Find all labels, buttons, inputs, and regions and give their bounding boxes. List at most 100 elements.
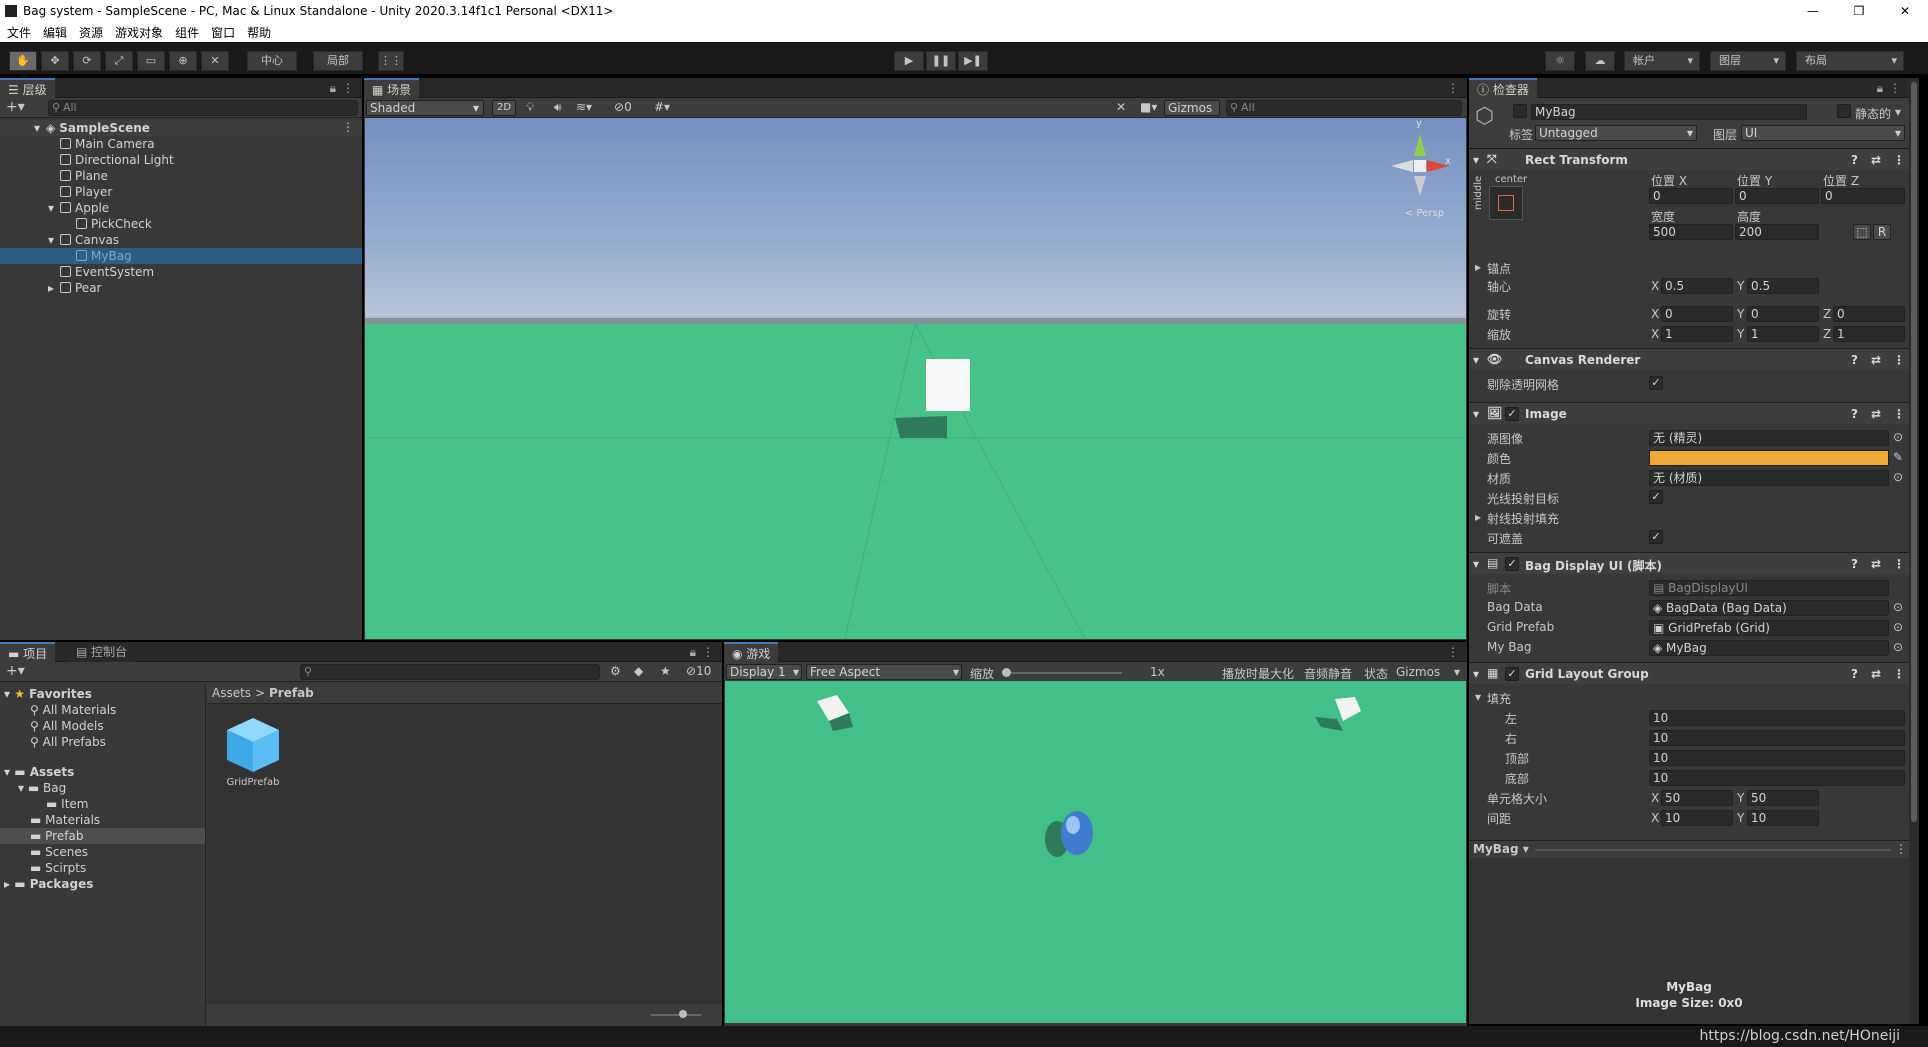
preset-icon[interactable]: ⇄ xyxy=(1871,667,1881,681)
help-icon[interactable]: ? xyxy=(1851,667,1858,681)
object-picker-icon[interactable]: ⊙ xyxy=(1893,430,1903,444)
lock-icon[interactable]: 🔒︎ xyxy=(330,81,336,96)
padding-label[interactable]: 填充 xyxy=(1487,690,1511,707)
preset-icon[interactable]: ⇄ xyxy=(1871,353,1881,367)
hierarchy-item[interactable]: Canvas xyxy=(60,232,119,248)
hierarchy-item[interactable]: EventSystem xyxy=(60,264,154,280)
spacing-y-field[interactable]: 10 xyxy=(1747,810,1819,826)
object-picker-icon[interactable]: ⊙ xyxy=(1893,600,1903,614)
menu-file[interactable]: 文件 xyxy=(7,24,31,41)
color-field[interactable] xyxy=(1649,450,1889,466)
rot-x-field[interactable]: 0 xyxy=(1661,306,1733,322)
expand-arrow-icon[interactable]: ▾ xyxy=(1475,690,1481,704)
mute-audio-button[interactable]: 音频静音 xyxy=(1304,665,1352,682)
pivot-y-field[interactable]: 0.5 xyxy=(1747,278,1819,294)
tag-dropdown[interactable]: Untagged ▾ xyxy=(1535,125,1697,141)
hierarchy-item[interactable]: Main Camera xyxy=(60,136,155,152)
pivot-center-button[interactable]: 中心 xyxy=(247,51,297,71)
canvas-renderer-header[interactable]: ▾ 👁︎ Canvas Renderer ? ⇄ ⋮ xyxy=(1469,348,1909,370)
hierarchy-item[interactable]: Directional Light xyxy=(60,152,174,168)
hierarchy-scene-row[interactable]: ▾ ◈ SampleScene ⋮ xyxy=(0,120,362,136)
rect-transform-header[interactable]: ▾ ⤧ Rect Transform ? ⇄ ⋮ xyxy=(1469,148,1909,170)
scene-viewport[interactable]: y x < Persp xyxy=(365,118,1466,639)
filter-label-icon[interactable]: ◆ xyxy=(634,664,643,678)
chevron-down-icon[interactable]: ▾ xyxy=(1895,105,1901,119)
breadcrumb-assets[interactable]: Assets xyxy=(212,686,251,700)
rect-tool-icon[interactable]: ▭ xyxy=(137,51,165,71)
step-button[interactable]: ▶❚ xyxy=(958,51,988,71)
padding-right-field[interactable]: 10 xyxy=(1649,730,1905,746)
tab-console[interactable]: ▤ 控制台 xyxy=(68,642,136,662)
padding-left-field[interactable]: 10 xyxy=(1649,710,1905,726)
padding-bottom-field[interactable]: 10 xyxy=(1649,770,1905,786)
account-dropdown[interactable]: 帐户 ▾ xyxy=(1624,51,1700,71)
cull-transparent-checkbox[interactable]: ✓ xyxy=(1649,376,1663,390)
display-dropdown[interactable]: Display 1 ▾ xyxy=(726,664,802,680)
more-options-icon[interactable]: ⋮ xyxy=(1447,645,1459,659)
object-picker-icon[interactable]: ⊙ xyxy=(1893,640,1903,654)
static-checkbox[interactable] xyxy=(1837,104,1851,118)
material-field[interactable]: 无 (材质) xyxy=(1649,470,1889,486)
grid-snap-icon[interactable]: ⋮⋮ xyxy=(378,51,404,71)
help-icon[interactable]: ? xyxy=(1851,557,1858,571)
more-options-icon[interactable]: ⋮ xyxy=(702,645,714,659)
source-image-field[interactable]: 无 (精灵) xyxy=(1649,430,1889,446)
more-options-icon[interactable]: ⋮ xyxy=(1447,81,1459,95)
expand-arrow-icon[interactable]: ▸ xyxy=(1475,260,1481,274)
grid-toggle-icon[interactable]: #▾ xyxy=(654,100,670,114)
maskable-checkbox[interactable]: ✓ xyxy=(1649,530,1663,544)
bag-display-enabled-checkbox[interactable]: ✓ xyxy=(1505,557,1519,571)
folder-item[interactable]: ▬ Item xyxy=(46,796,88,812)
anchors-label[interactable]: 锚点 xyxy=(1487,260,1511,277)
shading-mode-dropdown[interactable]: Shaded ▾ xyxy=(366,100,484,116)
icon-size-slider[interactable] xyxy=(651,1014,701,1016)
folder-item[interactable]: ▬ Scirpts xyxy=(30,860,86,876)
scale-tool-icon[interactable]: ⤢ xyxy=(105,51,133,71)
scrollbar-thumb[interactable] xyxy=(1911,82,1917,822)
menu-window[interactable]: 窗口 xyxy=(211,24,235,41)
menu-assets[interactable]: 资源 xyxy=(79,24,103,41)
hierarchy-item[interactable]: PickCheck xyxy=(76,216,152,232)
more-options-icon[interactable]: ⋮ xyxy=(342,81,354,95)
tab-project[interactable]: ▬ 项目 xyxy=(0,642,56,662)
favorite-item[interactable]: ⚲ All Models xyxy=(30,718,104,734)
audio-toggle-icon[interactable]: 🔊︎ xyxy=(554,100,562,115)
bag-display-header[interactable]: ▾ ▤ ✓ Bag Display UI (脚本) ? ⇄ ⋮ xyxy=(1469,552,1909,574)
tab-hierarchy[interactable]: ☰ 层级 xyxy=(0,78,55,98)
layers-dropdown[interactable]: 图层 ▾ xyxy=(1710,51,1786,71)
game-viewport[interactable] xyxy=(725,681,1466,1023)
pivot-x-field[interactable]: 0.5 xyxy=(1661,278,1733,294)
scale-slider[interactable] xyxy=(1002,672,1122,674)
folder-item-selected[interactable]: ▬ Prefab xyxy=(30,828,83,844)
tools-icon[interactable]: ✕ xyxy=(1116,100,1126,114)
assets-header[interactable]: ▾ ▬ Assets xyxy=(4,764,74,780)
hidden-packages-icon[interactable]: ⊘10 xyxy=(686,664,711,678)
services-icon[interactable]: ☼ xyxy=(1545,51,1575,71)
folder-item[interactable]: ▬ Scenes xyxy=(30,844,88,860)
favorites-header[interactable]: ▾ ★ Favorites xyxy=(4,686,92,702)
project-search-input[interactable]: ⚲ xyxy=(300,664,600,680)
cell-size-y-field[interactable]: 50 xyxy=(1747,790,1819,806)
stats-button[interactable]: 状态 xyxy=(1364,665,1388,682)
scale-y-field[interactable]: 1 xyxy=(1747,326,1819,342)
preset-icon[interactable]: ⇄ xyxy=(1871,153,1881,167)
custom-tool-icon[interactable]: ✕ xyxy=(201,51,229,71)
tab-game[interactable]: ◉ 游戏 xyxy=(724,642,779,662)
filter-type-icon[interactable]: ⚙ xyxy=(610,664,621,678)
add-icon[interactable]: +▾ xyxy=(6,99,25,115)
cloud-icon[interactable]: ☁ xyxy=(1585,51,1615,71)
hierarchy-item[interactable]: Plane xyxy=(60,168,108,184)
lock-icon[interactable]: 🔒︎ xyxy=(690,645,696,660)
spacing-x-field[interactable]: 10 xyxy=(1661,810,1733,826)
help-icon[interactable]: ? xyxy=(1851,353,1858,367)
component-menu-icon[interactable]: ⋮ xyxy=(1893,153,1905,167)
expand-arrow-icon[interactable]: ▾ xyxy=(34,120,40,136)
pos-z-field[interactable]: 0 xyxy=(1821,188,1905,204)
camera-icon[interactable]: ■▾ xyxy=(1140,100,1157,114)
pos-y-field[interactable]: 0 xyxy=(1735,188,1819,204)
expand-arrow-icon[interactable]: ▸ xyxy=(1475,510,1481,524)
width-field[interactable]: 500 xyxy=(1649,224,1733,240)
component-menu-icon[interactable]: ⋮ xyxy=(1893,557,1905,571)
slider-thumb[interactable] xyxy=(679,1010,687,1018)
pos-x-field[interactable]: 0 xyxy=(1649,188,1733,204)
